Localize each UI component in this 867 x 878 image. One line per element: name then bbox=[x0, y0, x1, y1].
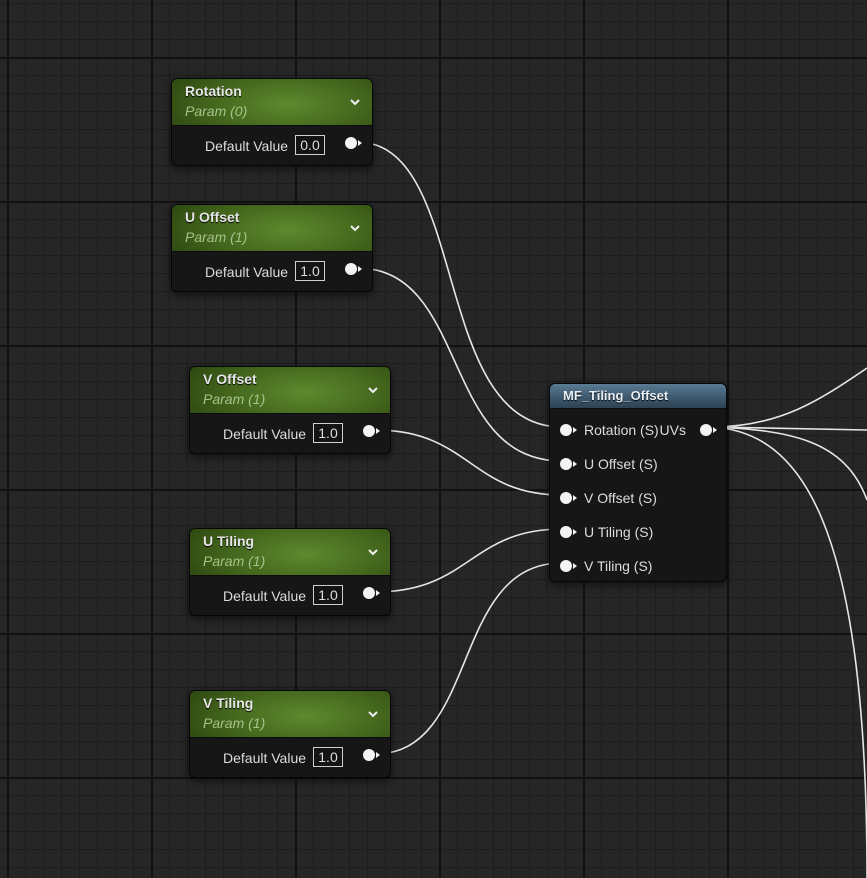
default-value-field[interactable]: 1.0 bbox=[313, 585, 343, 605]
output-pin[interactable] bbox=[700, 424, 717, 436]
input-row-v-offset: V Offset (S) bbox=[560, 488, 720, 508]
input-pin[interactable] bbox=[560, 492, 577, 504]
node-header: Rotation Param (0) bbox=[172, 79, 372, 126]
node-subtitle: Param (1) bbox=[203, 715, 266, 731]
node-header: U Tiling Param (1) bbox=[190, 529, 390, 576]
wire-v-tiling bbox=[374, 562, 563, 755]
param-node-rotation[interactable]: Rotation Param (0) Default Value 0.0 bbox=[171, 78, 373, 166]
chevron-down-icon[interactable] bbox=[366, 707, 380, 721]
node-subtitle: Param (1) bbox=[185, 229, 248, 245]
default-value-label: Default Value bbox=[205, 138, 289, 154]
default-value-field[interactable]: 1.0 bbox=[313, 423, 343, 443]
output-label: UVs bbox=[659, 422, 686, 438]
node-header: V Tiling Param (1) bbox=[190, 691, 390, 738]
node-title: V Offset bbox=[203, 371, 257, 387]
wire-uvs-out-3 bbox=[711, 426, 867, 501]
output-row-uvs: UVs bbox=[656, 420, 717, 440]
input-label: V Offset (S) bbox=[584, 490, 657, 506]
output-pin[interactable] bbox=[345, 263, 362, 275]
chevron-down-icon[interactable] bbox=[366, 545, 380, 559]
node-header: V Offset Param (1) bbox=[190, 367, 390, 414]
node-subtitle: Param (1) bbox=[203, 391, 266, 407]
output-pin[interactable] bbox=[363, 425, 380, 437]
param-node-u-offset[interactable]: U Offset Param (1) Default Value 1.0 bbox=[171, 204, 373, 292]
node-subtitle: Param (0) bbox=[185, 103, 248, 119]
node-subtitle: Param (1) bbox=[203, 553, 266, 569]
input-pin[interactable] bbox=[560, 526, 577, 538]
output-pin[interactable] bbox=[363, 587, 380, 599]
param-node-v-offset[interactable]: V Offset Param (1) Default Value 1.0 bbox=[189, 366, 391, 454]
node-title: U Tiling bbox=[203, 533, 255, 549]
node-title: MF_Tiling_Offset bbox=[563, 388, 669, 403]
input-pin[interactable] bbox=[560, 458, 577, 470]
chevron-down-icon[interactable] bbox=[348, 221, 362, 235]
output-pin[interactable] bbox=[345, 137, 362, 149]
node-header: U Offset Param (1) bbox=[172, 205, 372, 252]
function-node-mf-tiling-offset[interactable]: MF_Tiling_Offset Rotation (S) UVs U Offs… bbox=[549, 383, 727, 582]
input-label: U Tiling (S) bbox=[584, 524, 654, 540]
wire-uvs-out-4 bbox=[711, 426, 867, 878]
node-title: U Offset bbox=[185, 209, 240, 225]
wire-uvs-out-1 bbox=[711, 367, 867, 428]
input-row-u-offset: U Offset (S) bbox=[560, 454, 720, 474]
input-label: V Tiling (S) bbox=[584, 558, 653, 574]
input-row-u-tiling: U Tiling (S) bbox=[560, 522, 720, 542]
node-title: Rotation bbox=[185, 83, 242, 99]
node-header: MF_Tiling_Offset bbox=[550, 384, 726, 409]
param-node-u-tiling[interactable]: U Tiling Param (1) Default Value 1.0 bbox=[189, 528, 391, 616]
input-pin[interactable] bbox=[560, 424, 577, 436]
default-value-field[interactable]: 1.0 bbox=[313, 747, 343, 767]
default-value-label: Default Value bbox=[223, 750, 307, 766]
default-value-field[interactable]: 1.0 bbox=[295, 261, 325, 281]
default-value-label: Default Value bbox=[223, 426, 307, 442]
node-title: V Tiling bbox=[203, 695, 254, 711]
wire-uvs-out-2 bbox=[711, 426, 867, 431]
output-pin[interactable] bbox=[363, 749, 380, 761]
default-value-label: Default Value bbox=[223, 588, 307, 604]
input-row-v-tiling: V Tiling (S) bbox=[560, 556, 720, 576]
input-pin[interactable] bbox=[560, 560, 577, 572]
input-label: Rotation (S) bbox=[584, 422, 659, 438]
wire-v-offset bbox=[374, 429, 563, 496]
wire-u-tiling bbox=[374, 528, 563, 593]
default-value-field[interactable]: 0.0 bbox=[295, 135, 325, 155]
input-label: U Offset (S) bbox=[584, 456, 658, 472]
default-value-label: Default Value bbox=[205, 264, 289, 280]
chevron-down-icon[interactable] bbox=[366, 383, 380, 397]
chevron-down-icon[interactable] bbox=[348, 95, 362, 109]
connection-wires bbox=[356, 141, 867, 878]
param-node-v-tiling[interactable]: V Tiling Param (1) Default Value 1.0 bbox=[189, 690, 391, 778]
